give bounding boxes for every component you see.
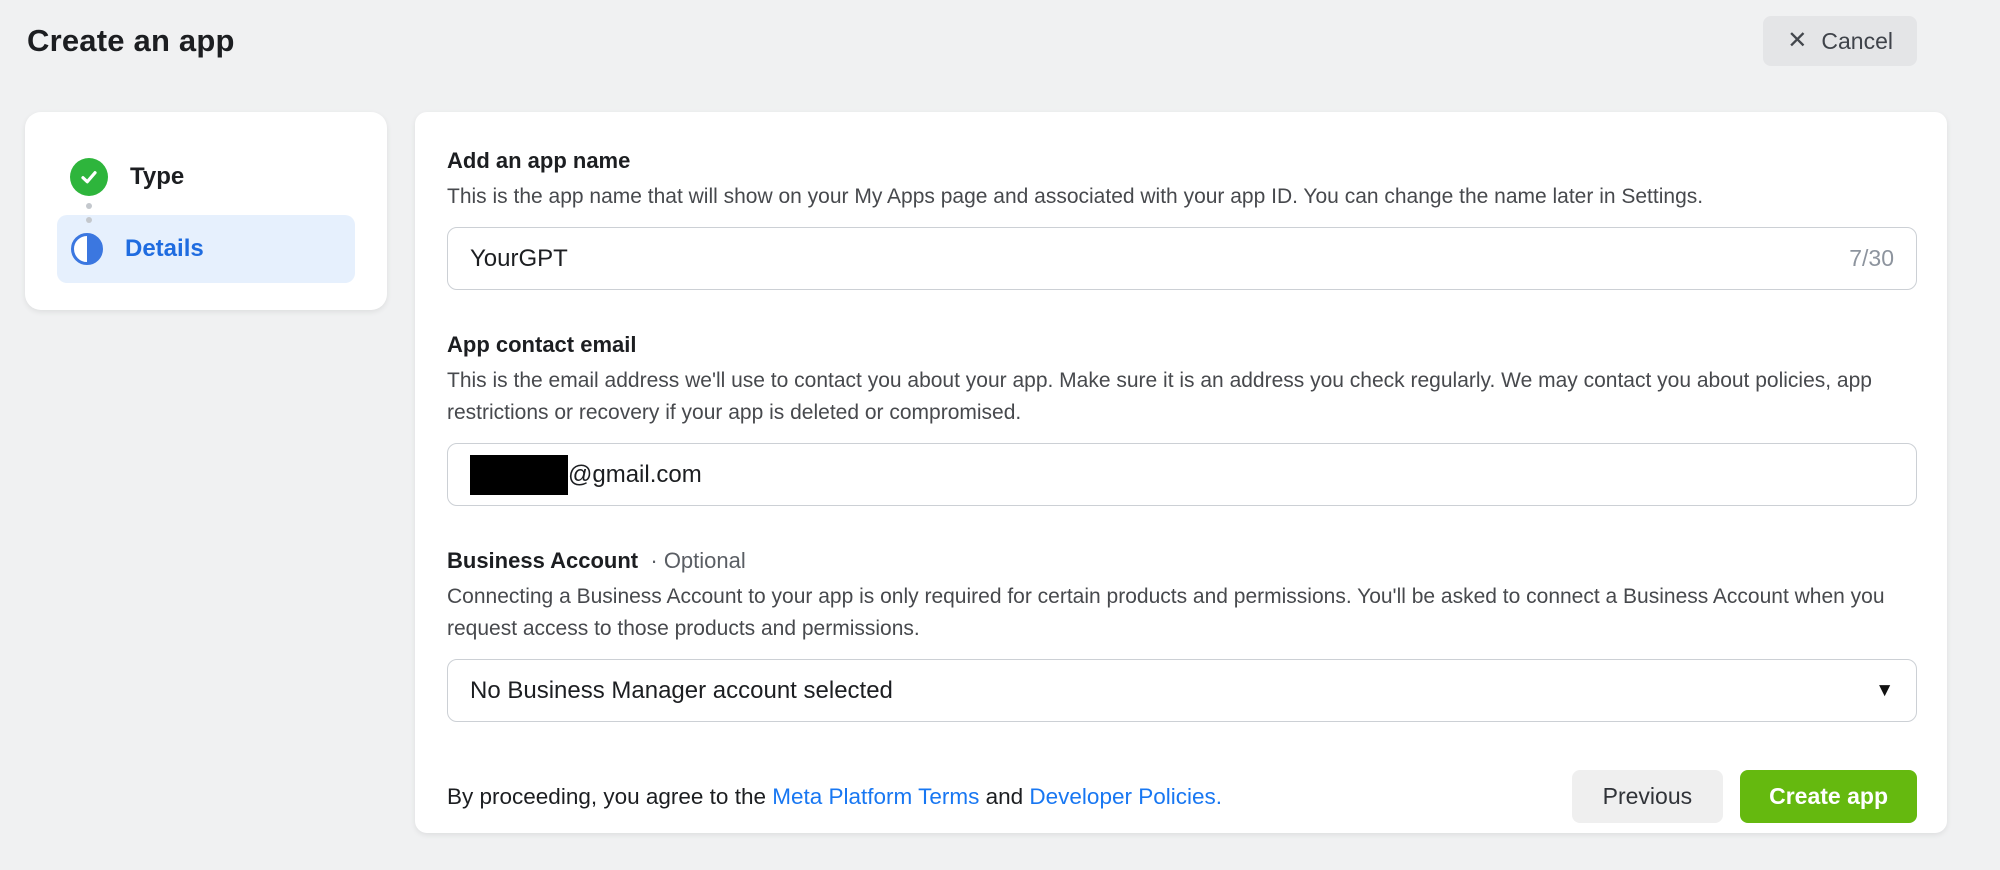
business-account-label: Business Account · Optional	[447, 548, 1917, 574]
step-details-label: Details	[125, 235, 204, 262]
business-account-selected-value: No Business Manager account selected	[470, 676, 893, 704]
business-account-select[interactable]: No Business Manager account selected ▼	[447, 659, 1917, 722]
redacted-email-box	[470, 454, 568, 495]
contact-email-input[interactable]: @gmail.com	[447, 443, 1917, 506]
page-title: Create an app	[27, 23, 235, 58]
contact-email-description: This is the email address we'll use to c…	[447, 369, 1872, 424]
email-domain-text: @gmail.com	[568, 460, 702, 488]
business-account-field: Business Account · Optional Connecting a…	[447, 548, 1917, 722]
form-footer: By proceeding, you agree to the Meta Pla…	[447, 770, 1917, 823]
terms-text: By proceeding, you agree to the Meta Pla…	[447, 784, 1222, 810]
terms-prefix: By proceeding, you agree to the	[447, 783, 773, 809]
app-name-value: YourGPT	[470, 244, 568, 272]
create-app-page: Create an app ✕ Cancel Type Details Add …	[0, 0, 2000, 870]
optional-label-text: · Optional	[650, 548, 746, 573]
cancel-button-label: Cancel	[1821, 27, 1893, 54]
step-type-label: Type	[130, 163, 185, 190]
meta-platform-terms-link[interactable]: Meta Platform Terms	[772, 784, 979, 809]
stepper-connector-dot	[86, 217, 92, 223]
stepper-step-details[interactable]: Details	[57, 215, 355, 283]
developer-policies-link[interactable]: Developer Policies.	[1029, 784, 1222, 809]
create-app-button[interactable]: Create app	[1740, 770, 1917, 823]
cancel-button[interactable]: ✕ Cancel	[1763, 16, 1917, 66]
terms-middle: and	[979, 783, 1030, 809]
contact-email-value: @gmail.com	[470, 454, 702, 495]
app-name-char-counter: 7/30	[1849, 245, 1894, 271]
app-name-input[interactable]: YourGPT 7/30	[447, 227, 1917, 290]
checkmark-icon	[81, 171, 97, 184]
content-area: Type Details Add an app name This is the…	[0, 112, 2000, 833]
close-icon: ✕	[1787, 27, 1808, 54]
business-account-description: Connecting a Business Account to your ap…	[447, 585, 1885, 640]
chevron-down-icon: ▼	[1875, 679, 1894, 701]
footer-buttons: Previous Create app	[1571, 770, 1917, 823]
app-name-label: Add an app name	[447, 148, 631, 173]
details-form-card: Add an app name This is the app name tha…	[415, 112, 1947, 833]
optional-label: · Optional	[644, 548, 746, 573]
business-account-label-text: Business Account	[447, 548, 639, 573]
page-header: Create an app ✕ Cancel	[0, 0, 2000, 66]
half-filled-circle-icon	[71, 233, 103, 265]
app-name-field: Add an app name This is the app name tha…	[447, 148, 1917, 290]
stepper-step-type[interactable]: Type	[25, 112, 387, 196]
contact-email-label: App contact email	[447, 332, 637, 357]
app-name-description: This is the app name that will show on y…	[447, 185, 1704, 208]
check-circle-icon	[70, 158, 108, 196]
contact-email-field: App contact email This is the email addr…	[447, 332, 1917, 506]
previous-button[interactable]: Previous	[1571, 770, 1724, 823]
stepper-card: Type Details	[25, 112, 387, 310]
stepper-connector-dot	[86, 203, 92, 209]
